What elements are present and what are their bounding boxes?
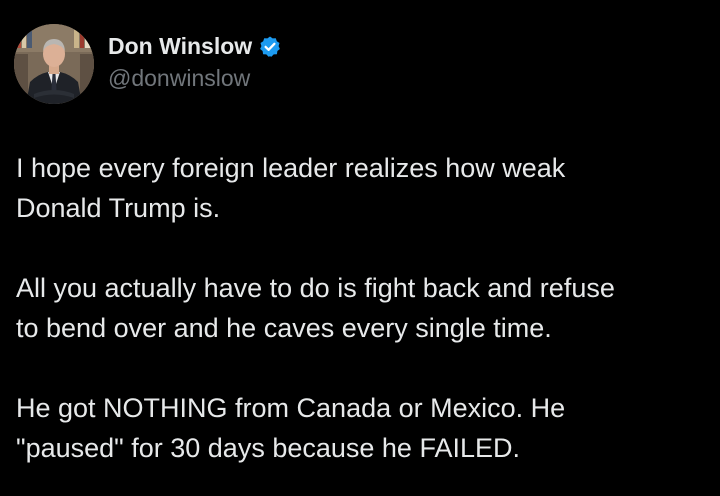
profile-photo-icon [14, 24, 94, 104]
author-info: Don Winslow @donwinslow [108, 31, 282, 92]
tweet-paragraph: He got NOTHING from Canada or Mexico. He… [16, 393, 566, 463]
author-handle[interactable]: @donwinslow [108, 65, 282, 92]
display-name[interactable]: Don Winslow [108, 33, 252, 60]
verified-badge-icon[interactable] [258, 35, 282, 59]
tweet-card: Don Winslow @donwinslow I hope every for… [0, 0, 720, 496]
tweet-paragraph: I hope every foreign leader realizes how… [16, 153, 566, 223]
avatar[interactable] [14, 24, 94, 104]
tweet-paragraph: All you actually have to do is fight bac… [16, 273, 615, 343]
display-name-row: Don Winslow [108, 31, 282, 63]
tweet-text: I hope every foreign leader realizes how… [16, 148, 706, 468]
tweet-header: Don Winslow @donwinslow [14, 24, 282, 104]
